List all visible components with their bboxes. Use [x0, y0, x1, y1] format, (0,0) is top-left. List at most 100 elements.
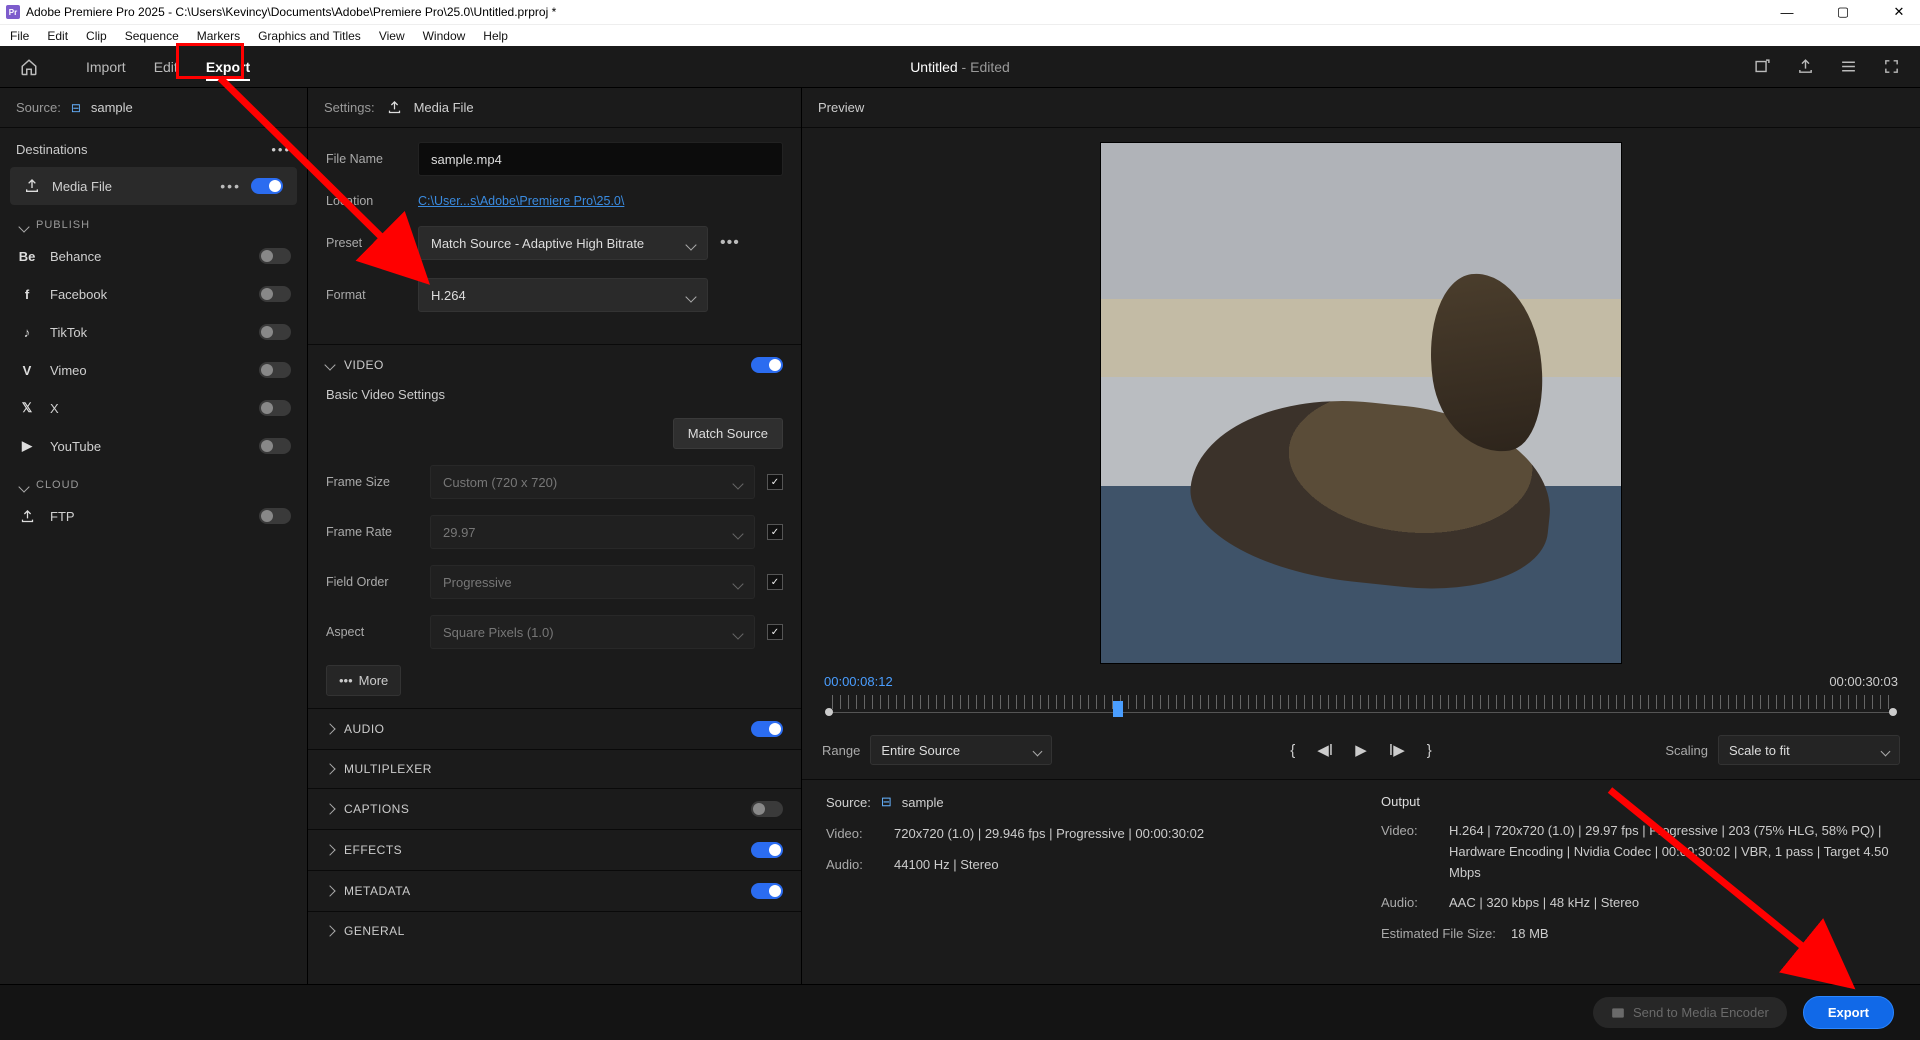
destinations-header: Destinations •••	[0, 128, 307, 167]
preset-select[interactable]: Match Source - Adaptive High Bitrate	[418, 226, 708, 260]
menu-markers[interactable]: Markers	[197, 29, 240, 43]
destination-media-file[interactable]: Media File •••	[10, 167, 297, 205]
cloud-section[interactable]: CLOUD	[0, 465, 307, 497]
destination-x[interactable]: 𝕏X	[0, 389, 307, 427]
destination-ftp[interactable]: FTP	[0, 497, 307, 535]
upload-icon	[24, 178, 40, 194]
framerate-select[interactable]: 29.97	[430, 515, 755, 549]
format-select[interactable]: H.264	[418, 278, 708, 312]
youtube-toggle[interactable]	[259, 438, 291, 454]
metadata-accordion-header[interactable]: METADATA	[326, 883, 783, 899]
export-button[interactable]: Export	[1803, 996, 1894, 1029]
framerate-match-checkbox[interactable]: ✓	[767, 524, 783, 540]
video-accordion-header[interactable]: VIDEO	[326, 357, 783, 373]
chevron-down-icon	[324, 359, 335, 370]
youtube-icon: ▶	[16, 438, 38, 454]
audio-accordion-header[interactable]: AUDIO	[326, 721, 783, 737]
set-out-icon[interactable]: }	[1427, 742, 1432, 759]
playhead[interactable]	[1113, 701, 1123, 717]
menu-clip[interactable]: Clip	[86, 29, 107, 43]
output-info: Output Video:H.264 | 720x720 (1.0) | 29.…	[1381, 794, 1896, 955]
tab-import[interactable]: Import	[72, 49, 140, 85]
filename-input[interactable]: sample.mp4	[418, 142, 783, 176]
x-toggle[interactable]	[259, 400, 291, 416]
fullscreen-icon[interactable]	[1883, 58, 1900, 75]
vimeo-toggle[interactable]	[259, 362, 291, 378]
menu-sequence[interactable]: Sequence	[125, 29, 179, 43]
chevron-right-icon	[324, 925, 335, 936]
chevron-right-icon	[324, 885, 335, 896]
duration-timecode: 00:00:30:03	[1829, 674, 1898, 689]
framesize-match-checkbox[interactable]: ✓	[767, 474, 783, 490]
menu-edit[interactable]: Edit	[47, 29, 68, 43]
audio-toggle[interactable]	[751, 721, 783, 737]
basic-video-subhead: Basic Video Settings	[326, 387, 783, 402]
set-in-icon[interactable]: {	[1290, 742, 1295, 759]
quick-export-icon[interactable]	[1754, 58, 1771, 75]
video-more-button[interactable]: •••More	[326, 665, 401, 696]
publish-section[interactable]: PUBLISH	[0, 205, 307, 237]
destination-youtube[interactable]: ▶YouTube	[0, 427, 307, 465]
menu-graphics[interactable]: Graphics and Titles	[258, 29, 361, 43]
menu-file[interactable]: File	[10, 29, 29, 43]
range-select[interactable]: Entire Source	[870, 735, 1052, 765]
fieldorder-match-checkbox[interactable]: ✓	[767, 574, 783, 590]
fieldorder-select[interactable]: Progressive	[430, 565, 755, 599]
effects-accordion-header[interactable]: EFFECTS	[326, 842, 783, 858]
play-icon[interactable]: ▶	[1355, 741, 1367, 759]
match-source-button[interactable]: Match Source	[673, 418, 783, 449]
upload-icon	[387, 100, 402, 115]
close-icon[interactable]: ✕	[1884, 4, 1914, 20]
destination-vimeo[interactable]: VVimeo	[0, 351, 307, 389]
menu-window[interactable]: Window	[423, 29, 466, 43]
tiktok-icon: ♪	[16, 325, 38, 340]
chevron-right-icon	[324, 723, 335, 734]
current-timecode[interactable]: 00:00:08:12	[824, 674, 893, 689]
x-icon: 𝕏	[16, 400, 38, 416]
destination-facebook[interactable]: fFacebook	[0, 275, 307, 313]
menu-help[interactable]: Help	[483, 29, 508, 43]
captions-toggle[interactable]	[751, 801, 783, 817]
step-forward-icon[interactable]: Ⅰ▶	[1389, 741, 1405, 759]
location-label: Location	[326, 194, 406, 208]
destination-behance[interactable]: BeBehance	[0, 237, 307, 275]
behance-icon: Be	[16, 249, 38, 264]
tiktok-toggle[interactable]	[259, 324, 291, 340]
video-toggle[interactable]	[751, 357, 783, 373]
minimize-icon[interactable]: —	[1772, 5, 1802, 20]
upload-icon[interactable]	[1797, 58, 1814, 75]
facebook-toggle[interactable]	[259, 286, 291, 302]
timeline-ruler[interactable]	[822, 691, 1900, 719]
captions-accordion-header[interactable]: CAPTIONS	[326, 801, 783, 817]
preview-header: Preview	[802, 88, 1920, 128]
multiplexer-accordion-header[interactable]: MULTIPLEXER	[326, 762, 783, 776]
ftp-toggle[interactable]	[259, 508, 291, 524]
scaling-select[interactable]: Scale to fit	[1718, 735, 1900, 765]
out-point-handle[interactable]	[1889, 708, 1897, 716]
home-icon[interactable]	[20, 58, 38, 76]
step-back-icon[interactable]: ◀Ⅰ	[1317, 741, 1333, 759]
behance-toggle[interactable]	[259, 248, 291, 264]
metadata-toggle[interactable]	[751, 883, 783, 899]
in-point-handle[interactable]	[825, 708, 833, 716]
general-accordion-header[interactable]: GENERAL	[326, 924, 783, 938]
menu-view[interactable]: View	[379, 29, 405, 43]
preset-more-icon[interactable]: •••	[720, 234, 740, 252]
window-controls: — ▢ ✕	[1772, 4, 1914, 20]
preview-canvas[interactable]	[1100, 142, 1622, 664]
destination-tiktok[interactable]: ♪TikTok	[0, 313, 307, 351]
window-title: Adobe Premiere Pro 2025 - C:\Users\Kevin…	[26, 5, 556, 19]
aspect-match-checkbox[interactable]: ✓	[767, 624, 783, 640]
maximize-icon[interactable]: ▢	[1828, 4, 1858, 20]
more-icon[interactable]: •••	[220, 178, 241, 194]
destinations-more-icon[interactable]: •••	[271, 142, 291, 157]
framesize-select[interactable]: Custom (720 x 720)	[430, 465, 755, 499]
send-to-media-encoder-button[interactable]: Send to Media Encoder	[1593, 997, 1787, 1028]
location-link[interactable]: C:\User...s\Adobe\Premiere Pro\25.0\	[418, 194, 624, 208]
media-encoder-icon	[1611, 1006, 1625, 1020]
footer-bar: Send to Media Encoder Export	[0, 984, 1920, 1040]
aspect-select[interactable]: Square Pixels (1.0)	[430, 615, 755, 649]
effects-toggle[interactable]	[751, 842, 783, 858]
workspace-icon[interactable]	[1840, 58, 1857, 75]
media-file-toggle[interactable]	[251, 178, 283, 194]
